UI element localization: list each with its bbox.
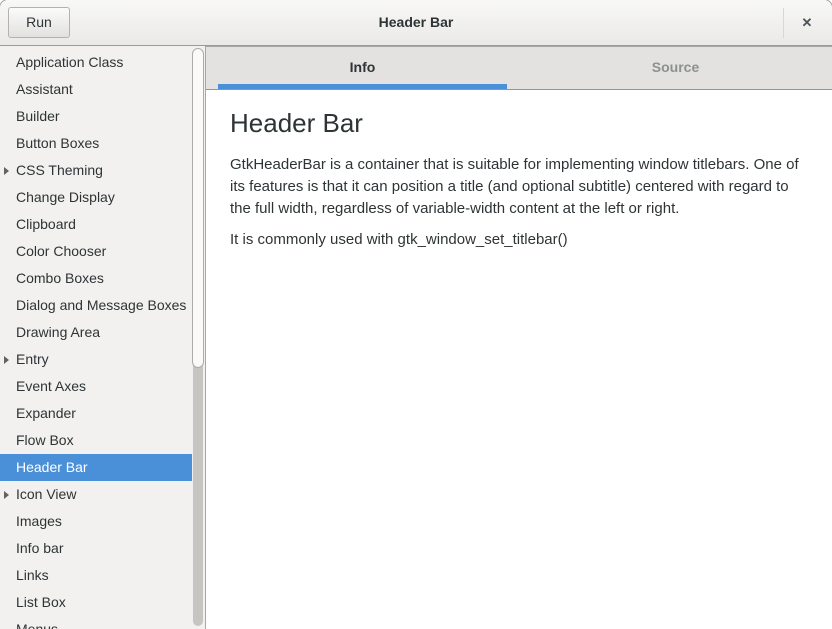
list-item-label: Dialog and Message Boxes: [16, 297, 186, 313]
list-item[interactable]: Links: [0, 562, 192, 589]
page-title: Header Bar: [230, 108, 808, 139]
notebook-tabbar: Info Source: [206, 46, 832, 90]
list-item-label: Links: [16, 567, 49, 583]
list-item[interactable]: Flow Box: [0, 427, 192, 454]
list-item[interactable]: Change Display: [0, 184, 192, 211]
main-area: Application Class Assistant Builder Button …: [0, 46, 832, 629]
demo-sidebar: Application Class Assistant Builder Button …: [0, 46, 206, 629]
tab-info[interactable]: Info: [206, 47, 519, 89]
sidebar-scrollbar[interactable]: [192, 46, 205, 629]
list-item[interactable]: Icon View: [0, 481, 192, 508]
list-item[interactable]: Assistant: [0, 76, 192, 103]
list-item[interactable]: Combo Boxes: [0, 265, 192, 292]
list-item-label: Event Axes: [16, 378, 86, 394]
tab-info-label: Info: [350, 59, 376, 75]
list-item[interactable]: Color Chooser: [0, 238, 192, 265]
list-item[interactable]: Button Boxes: [0, 130, 192, 157]
scrollbar-slider[interactable]: [192, 48, 204, 368]
list-item[interactable]: Menus: [0, 616, 192, 629]
list-item-label: Info bar: [16, 540, 63, 556]
expander-arrow-icon[interactable]: [4, 491, 9, 499]
tab-source-label: Source: [652, 59, 699, 75]
list-item-label: Images: [16, 513, 62, 529]
close-icon: ✕: [802, 15, 813, 30]
list-item-label: Combo Boxes: [16, 270, 104, 286]
usage-paragraph: It is commonly used with gtk_window_set_…: [230, 229, 808, 251]
list-item-label: Icon View: [16, 486, 76, 502]
list-item-label: CSS Theming: [16, 162, 103, 178]
list-item[interactable]: Dialog and Message Boxes: [0, 292, 192, 319]
list-item-label: Drawing Area: [16, 324, 100, 340]
titlebar-separator: [783, 8, 784, 38]
active-tab-indicator: [218, 84, 507, 89]
close-button[interactable]: ✕: [792, 0, 822, 45]
list-item-label: Clipboard: [16, 216, 76, 232]
list-item[interactable]: List Box: [0, 589, 192, 616]
list-item-label: Application Class: [16, 54, 123, 70]
list-item-label: Flow Box: [16, 432, 74, 448]
list-item-label: Entry: [16, 351, 49, 367]
demo-list: Application Class Assistant Builder Button …: [0, 46, 205, 629]
list-item[interactable]: CSS Theming: [0, 157, 192, 184]
list-item-label: List Box: [16, 594, 66, 610]
list-item[interactable]: Application Class: [0, 49, 192, 76]
list-item-label: Change Display: [16, 189, 115, 205]
list-item-label: Builder: [16, 108, 60, 124]
list-item-label: Expander: [16, 405, 76, 421]
list-item[interactable]: Clipboard: [0, 211, 192, 238]
content-pane: Info Source Header Bar GtkHeaderBar is a…: [206, 46, 832, 629]
list-item[interactable]: Drawing Area: [0, 319, 192, 346]
list-item[interactable]: Builder: [0, 103, 192, 130]
list-item-label: Button Boxes: [16, 135, 99, 151]
list-item[interactable]: Entry: [0, 346, 192, 373]
list-item-label: Assistant: [16, 81, 73, 97]
list-item[interactable]: Images: [0, 508, 192, 535]
info-page: Header Bar GtkHeaderBar is a container t…: [206, 90, 832, 278]
list-item[interactable]: Header Bar: [0, 454, 192, 481]
expander-arrow-icon[interactable]: [4, 167, 9, 175]
list-item[interactable]: Expander: [0, 400, 192, 427]
list-item-label: Header Bar: [16, 459, 88, 475]
list-item-label: Menus: [16, 621, 58, 629]
description-paragraph: GtkHeaderBar is a container that is suit…: [230, 154, 808, 220]
expander-arrow-icon[interactable]: [4, 356, 9, 364]
list-item[interactable]: Event Axes: [0, 373, 192, 400]
tab-source[interactable]: Source: [519, 47, 832, 89]
list-item[interactable]: Info bar: [0, 535, 192, 562]
header-bar: Run Header Bar ✕: [0, 0, 832, 46]
window-title: Header Bar: [0, 0, 832, 45]
list-item-label: Color Chooser: [16, 243, 106, 259]
application-window: Run Header Bar ✕ Application Class Assist…: [0, 0, 832, 629]
